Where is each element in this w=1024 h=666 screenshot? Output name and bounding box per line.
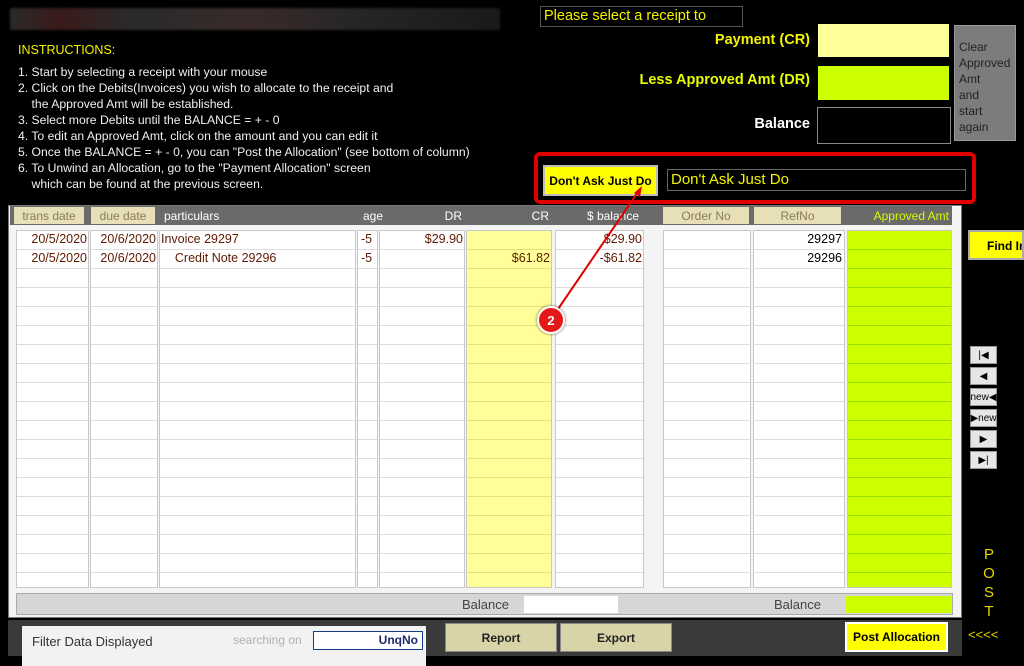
instructions-list: 1. Start by selecting a receipt with you… [18, 64, 470, 192]
instruction-line: 2. Click on the Debits(Invoices) you wis… [18, 81, 394, 95]
cell-refno: 29297 [807, 232, 842, 246]
find-button[interactable]: Find Im [968, 230, 1024, 260]
receipt-prompt-field[interactable]: Please select a receipt to [540, 6, 743, 27]
col-header-order-no[interactable]: Order No [663, 207, 749, 224]
filter-data-label: Filter Data Displayed [32, 634, 153, 649]
less-approved-value [818, 66, 949, 100]
instructions-title: INSTRUCTIONS: [18, 43, 116, 57]
col-refno [753, 230, 845, 588]
col-header-trans-date[interactable]: trans date [14, 207, 84, 224]
instruction-line: 5. Once the BALANCE = + - 0, you can "Po… [18, 145, 470, 159]
cell-order-no [663, 230, 749, 248]
clear-button-line: Amt [959, 72, 981, 86]
col-header-particulars: particulars [164, 208, 220, 223]
annotation-highlight-frame [534, 152, 976, 204]
instruction-line: the Approved Amt will be established. [18, 97, 234, 111]
cell-approved-amt[interactable] [847, 230, 950, 248]
post-letter: T [984, 603, 994, 620]
post-arrows-label: <<<< [968, 627, 999, 642]
col-approved-amt [847, 230, 952, 588]
footer-approved-balance-label: Balance [774, 597, 821, 612]
payment-value [818, 24, 949, 57]
cell-due-date: 20/6/2020 [100, 232, 156, 246]
col-trans-date [16, 230, 89, 588]
post-vertical-label: P O S T [982, 545, 996, 621]
post-letter: S [983, 584, 994, 601]
clear-approved-button[interactable]: Clear Approved Amt and start again [954, 25, 1016, 141]
post-letter: P [983, 546, 994, 563]
export-button[interactable]: Export [560, 623, 672, 652]
post-allocation-button[interactable]: Post Allocation [845, 622, 948, 652]
col-header-approved-amt: Approved Amt [873, 208, 949, 223]
cell-refno: 29296 [807, 251, 842, 265]
table-row[interactable]: 20/5/2020 20/6/2020 Credit Note 29296 -5… [16, 249, 952, 268]
footer-balance-label: Balance [462, 597, 509, 612]
redacted-title [10, 8, 500, 30]
clear-button-line: Approved [959, 56, 1011, 70]
new-next-record-icon[interactable]: ▶new [970, 409, 997, 427]
instruction-line: 1. Start by selecting a receipt with you… [18, 65, 268, 79]
cell-cr [466, 230, 550, 248]
less-approved-label: Less Approved Amt (DR) [639, 72, 810, 88]
searching-on-label: searching on [233, 633, 302, 647]
cell-order-no [663, 249, 749, 267]
report-button[interactable]: Report [445, 623, 557, 652]
cell-due-date: 20/6/2020 [100, 251, 156, 265]
table-row[interactable]: 20/5/2020 20/6/2020 Invoice 29297 -5 $29… [16, 230, 952, 249]
previous-record-icon[interactable]: ◀ [970, 367, 997, 385]
col-header-cr: CR [531, 208, 549, 223]
new-previous-record-icon[interactable]: new◀ [970, 388, 997, 406]
balance-label: Balance [754, 116, 810, 132]
cell-balance: $29.90 [603, 232, 642, 246]
cell-approved-amt[interactable] [847, 249, 950, 267]
clear-button-line: Clear [959, 40, 988, 54]
footer-approved-balance-value [846, 596, 951, 613]
instruction-line: which can be found at the previous scree… [18, 177, 264, 191]
cell-dr [380, 249, 463, 267]
clear-button-line: start [959, 104, 983, 118]
payment-label: Payment (CR) [714, 32, 810, 48]
cell-balance: -$61.82 [599, 251, 642, 265]
balance-value [817, 107, 951, 144]
clear-button-line: again [959, 120, 989, 134]
col-due-date [90, 230, 158, 588]
col-header-dr: DR [444, 208, 462, 223]
col-header-due-date[interactable]: due date [91, 207, 155, 224]
col-order-no [663, 230, 751, 588]
col-age [357, 230, 378, 588]
cell-particulars: Invoice 29297 [161, 232, 239, 246]
cell-age: -5 [361, 232, 373, 246]
annotation-badge: 2 [537, 306, 565, 334]
last-record-icon[interactable]: ▶| [970, 451, 997, 469]
col-cr [466, 230, 552, 588]
cell-trans-date: 20/5/2020 [31, 232, 87, 246]
cell-age: -5 [361, 251, 373, 265]
col-balance [555, 230, 644, 588]
col-header-balance: $ balance [586, 208, 639, 223]
instruction-line: 3. Select more Debits until the BALANCE … [18, 113, 280, 127]
post-letter: O [983, 565, 995, 582]
instruction-line: 4. To edit an Approved Amt, click on the… [18, 129, 378, 143]
cell-trans-date: 20/5/2020 [31, 251, 87, 265]
next-record-icon[interactable]: ▶ [970, 430, 997, 448]
cell-dr: $29.90 [424, 232, 463, 246]
col-header-refno[interactable]: RefNo [754, 207, 841, 224]
search-field-input[interactable]: UnqNo [313, 631, 423, 650]
cell-cr: $61.82 [511, 251, 550, 265]
clear-button-line: and [959, 88, 980, 102]
first-record-icon[interactable]: |◀ [970, 346, 997, 364]
instruction-line: 6. To Unwind an Allocation, go to the "P… [18, 161, 371, 175]
cell-particulars: Credit Note 29296 [161, 251, 277, 265]
col-dr [379, 230, 465, 588]
col-particulars [159, 230, 356, 588]
footer-balance-value [524, 596, 618, 613]
